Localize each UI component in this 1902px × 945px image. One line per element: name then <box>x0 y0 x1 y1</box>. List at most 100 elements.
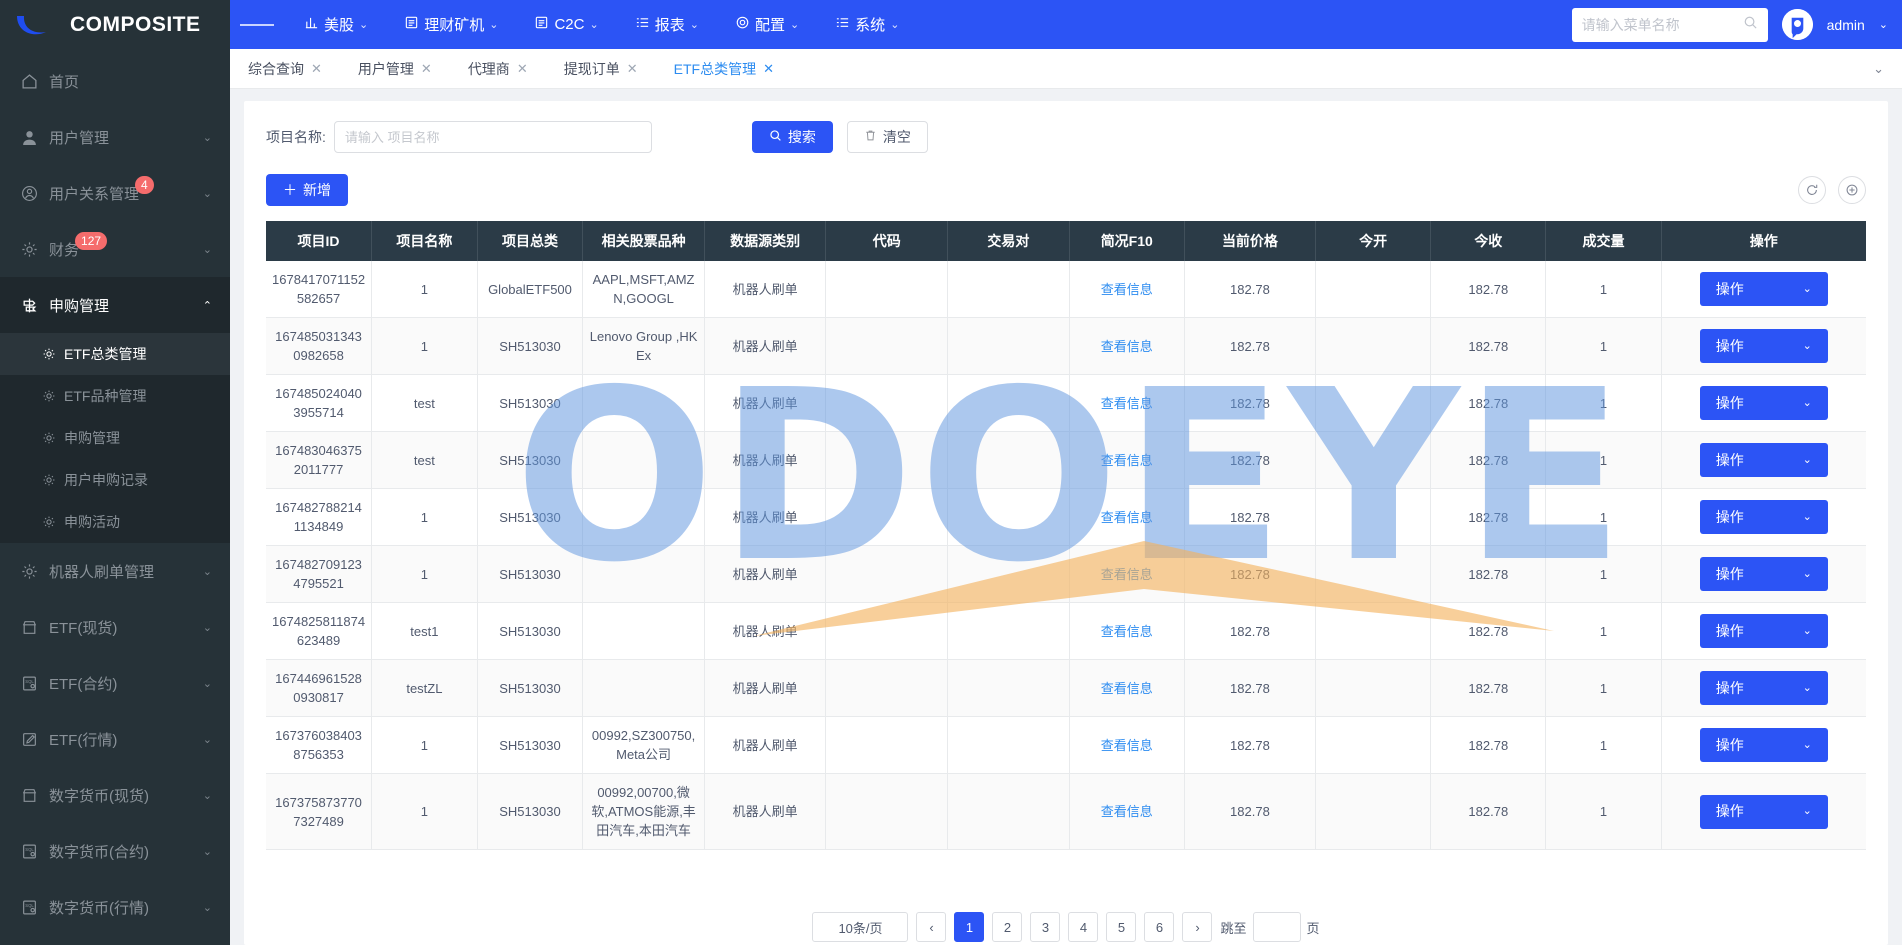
sidebar-item-home[interactable]: 首页 <box>0 53 230 109</box>
operation-button[interactable]: 操作 ⌄ <box>1699 443 1828 477</box>
operation-button[interactable]: 操作 ⌄ <box>1699 386 1828 420</box>
sidebar-item-crypto-contract[interactable]: SQL 数字货币(合约) ⌄ <box>0 823 230 879</box>
close-icon[interactable]: ✕ <box>763 61 774 77</box>
cell-f10[interactable]: 查看信息 <box>1069 261 1185 318</box>
table-row[interactable]: 1674850240403955714 test SH513030 机器人刷单 查看信息… <box>266 374 1866 432</box>
cell-f10[interactable]: 查看信息 <box>1069 545 1185 603</box>
table-row[interactable]: 1674850313430982658 1 SH513030 Lenovo Group… <box>266 317 1866 375</box>
page-button-1[interactable]: 1 <box>954 912 985 942</box>
topnav-item-us-stocks[interactable]: 美股 ⌄ <box>288 0 384 49</box>
menu-toggle-icon[interactable] <box>240 8 274 42</box>
sidebar-subitem-subscription-management[interactable]: 申购管理 <box>0 417 230 459</box>
sidebar-item-user-relations[interactable]: 用户关系管理 4 ⌄ <box>0 165 230 221</box>
view-info-link[interactable]: 查看信息 <box>1101 282 1153 297</box>
view-info-link[interactable]: 查看信息 <box>1101 567 1153 582</box>
tab-withdrawal-orders[interactable]: 提现订单 ✕ <box>546 49 656 89</box>
chevron-down-icon: ⌄ <box>1802 510 1812 523</box>
prev-page-button[interactable]: ‹ <box>916 912 947 942</box>
column-settings-icon[interactable] <box>1838 176 1866 204</box>
table-row[interactable]: 1674469615280930817 testZL SH513030 机器人刷单 查看… <box>266 659 1866 717</box>
page-size-select[interactable]: 10条/页 <box>812 912 909 942</box>
table-row[interactable]: 1678417071152582657 1 GlobalETF500 AAPL,MSF… <box>266 261 1866 318</box>
tab-comprehensive-query[interactable]: 综合查询 ✕ <box>230 49 340 89</box>
sidebar-subitem-user-subscription-records[interactable]: 用户申购记录 <box>0 459 230 501</box>
topnav-item-reports[interactable]: 报表 ⌄ <box>619 0 715 49</box>
project-name-input[interactable] <box>333 121 652 153</box>
operation-button[interactable]: 操作 ⌄ <box>1699 671 1828 705</box>
operation-button[interactable]: 操作 ⌄ <box>1699 728 1828 762</box>
cell-f10[interactable]: 查看信息 <box>1069 602 1185 660</box>
operation-button[interactable]: 操作 ⌄ <box>1699 500 1828 534</box>
sidebar-item-finance[interactable]: 财务 127 ⌄ <box>0 221 230 277</box>
page-button-6[interactable]: 6 <box>1144 912 1175 942</box>
operation-button[interactable]: 操作 ⌄ <box>1699 794 1828 829</box>
search-icon[interactable] <box>1743 15 1758 35</box>
operation-button[interactable]: 操作 ⌄ <box>1699 557 1828 591</box>
view-info-link[interactable]: 查看信息 <box>1101 396 1153 411</box>
sidebar-subitem-subscription-activity[interactable]: 申购活动 <box>0 501 230 543</box>
close-icon[interactable]: ✕ <box>311 61 322 77</box>
page-button-3[interactable]: 3 <box>1030 912 1061 942</box>
tab-etf-category-management[interactable]: ETF总类管理 ✕ <box>656 49 792 89</box>
cell-f10[interactable]: 查看信息 <box>1069 431 1185 489</box>
menu-search-input[interactable] <box>1581 16 1743 33</box>
tab-agent[interactable]: 代理商 ✕ <box>450 49 546 89</box>
cell-f10[interactable]: 查看信息 <box>1069 773 1185 850</box>
cell-f10[interactable]: 查看信息 <box>1069 488 1185 546</box>
topnav-item-system[interactable]: 系统 ⌄ <box>819 0 915 49</box>
search-button[interactable]: 搜索 <box>751 121 833 153</box>
sidebar-item-etf-contract[interactable]: SQL ETF(合约) ⌄ <box>0 655 230 711</box>
operation-button[interactable]: 操作 ⌄ <box>1699 614 1828 648</box>
view-info-link[interactable]: 查看信息 <box>1101 624 1153 639</box>
cell-f10[interactable]: 查看信息 <box>1069 374 1185 432</box>
tab-user-management[interactable]: 用户管理 ✕ <box>340 49 450 89</box>
avatar[interactable] <box>1781 9 1813 40</box>
table-row[interactable]: 1674830463752011777 test SH513030 机器人刷单 查看信息… <box>266 431 1866 489</box>
topnav-item-config[interactable]: 配置 ⌄ <box>719 0 815 49</box>
topnav-item-c2c[interactable]: C2C ⌄ <box>518 0 614 49</box>
cell-open <box>1315 545 1432 603</box>
topnav-item-wealth-mining[interactable]: 理财矿机 ⌄ <box>388 0 514 49</box>
view-info-link[interactable]: 查看信息 <box>1101 339 1153 354</box>
operation-button[interactable]: 操作 ⌄ <box>1699 272 1828 306</box>
sidebar-item-crypto-quotes[interactable]: SQL 数字货币(行情) ⌄ <box>0 879 230 935</box>
sidebar-subitem-etf-category-management[interactable]: ETF总类管理 <box>0 333 230 375</box>
view-info-link[interactable]: 查看信息 <box>1101 738 1153 753</box>
refresh-icon[interactable] <box>1798 176 1826 204</box>
tabs-dropdown-icon[interactable]: ⌄ <box>1855 61 1902 77</box>
view-info-link[interactable]: 查看信息 <box>1101 681 1153 696</box>
menu-search[interactable] <box>1571 7 1768 42</box>
table-row[interactable]: 1673760384038756353 1 SH513030 00992,SZ3007… <box>266 716 1866 774</box>
sidebar-item-user-management[interactable]: 用户管理 ⌄ <box>0 109 230 165</box>
chevron-down-icon[interactable]: ⌄ <box>1879 18 1888 31</box>
add-button[interactable]: ＋ 新增 <box>266 174 348 206</box>
sidebar-subitem-etf-variety-management[interactable]: ETF品种管理 <box>0 375 230 417</box>
close-icon[interactable]: ✕ <box>421 61 432 77</box>
table-row[interactable]: 1674827091234795521 1 SH513030 机器人刷单 查看信息 182… <box>266 545 1866 603</box>
cell-f10[interactable]: 查看信息 <box>1069 659 1185 717</box>
sidebar-item-subscription-management[interactable]: 申购管理 ⌃ <box>0 277 230 333</box>
table-row[interactable]: 1674827882141134849 1 SH513030 机器人刷单 查看信息 182… <box>266 488 1866 546</box>
sidebar-item-etf-quotes[interactable]: ETF(行情) ⌄ <box>0 711 230 767</box>
sidebar-item-etf-spot[interactable]: ETF(现货) ⌄ <box>0 599 230 655</box>
clear-button[interactable]: 清空 <box>846 121 928 153</box>
cell-related-stocks: AAPL,MSFT,AMZN,GOOGL <box>582 261 705 318</box>
table-row[interactable]: 1674825811874623489 test1 SH513030 机器人刷单 查看信… <box>266 602 1866 660</box>
page-button-2[interactable]: 2 <box>992 912 1023 942</box>
close-icon[interactable]: ✕ <box>627 61 638 77</box>
sidebar-item-robot-order-management[interactable]: 机器人刷单管理 ⌄ <box>0 543 230 599</box>
page-button-4[interactable]: 4 <box>1068 912 1099 942</box>
sidebar-item-crypto-spot[interactable]: 数字货币(现货) ⌄ <box>0 767 230 823</box>
col-operation: 操作 <box>1661 221 1866 261</box>
table-row[interactable]: 1673758737707327489 1 SH513030 00992,00700,… <box>266 773 1866 850</box>
cell-f10[interactable]: 查看信息 <box>1069 716 1185 774</box>
operation-button[interactable]: 操作 ⌄ <box>1699 329 1828 363</box>
view-info-link[interactable]: 查看信息 <box>1101 453 1153 468</box>
close-icon[interactable]: ✕ <box>517 61 528 77</box>
jump-input[interactable] <box>1252 912 1301 942</box>
view-info-link[interactable]: 查看信息 <box>1101 804 1153 819</box>
page-button-5[interactable]: 5 <box>1106 912 1137 942</box>
view-info-link[interactable]: 查看信息 <box>1101 510 1153 525</box>
cell-f10[interactable]: 查看信息 <box>1069 317 1185 375</box>
next-page-button[interactable]: › <box>1182 912 1213 942</box>
